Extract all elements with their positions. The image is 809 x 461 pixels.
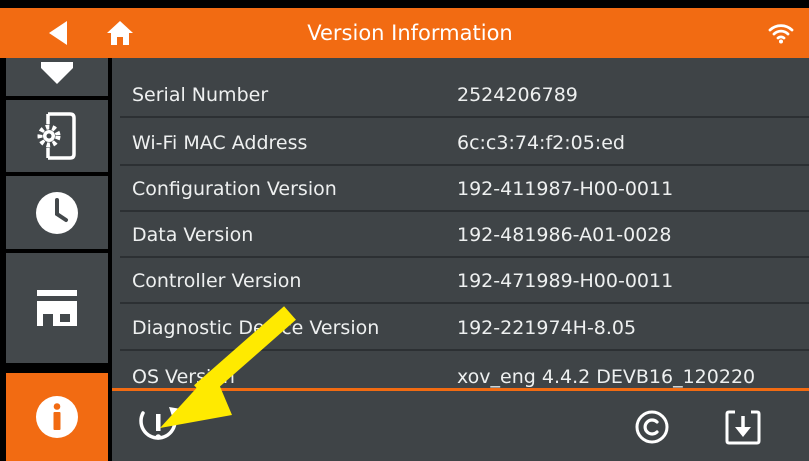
info-label: Serial Number — [132, 84, 269, 106]
sidebar — [0, 58, 112, 461]
info-value: 192-221974H-8.05 — [457, 317, 637, 339]
info-label: Configuration Version — [132, 178, 337, 200]
info-label: Diagnostic Device Version — [132, 317, 380, 339]
info-row: Data Version 192-481986-A01-0028 — [112, 212, 809, 258]
restart-button[interactable] — [124, 404, 194, 450]
download-icon — [725, 410, 761, 445]
clock-icon — [36, 191, 78, 234]
info-row: Configuration Version 192-411987-H00-001… — [112, 166, 809, 212]
info-value: 6c:c3:74:f2:05:ed — [457, 132, 625, 154]
info-label: Data Version — [132, 224, 254, 246]
info-label: OS Version — [132, 366, 235, 388]
download-box-icon — [41, 62, 73, 84]
home-button[interactable] — [100, 8, 140, 58]
info-row: Wi-Fi MAC Address 6c:c3:74:f2:05:ed — [112, 120, 809, 166]
info-label: Wi-Fi MAC Address — [132, 132, 308, 154]
restart-warning-icon — [139, 407, 181, 440]
header-bar: Version Information — [0, 8, 809, 58]
row-divider — [120, 116, 809, 118]
info-value: 192-411987-H00-0011 — [457, 178, 674, 200]
store-icon — [37, 290, 77, 326]
copyright-button[interactable] — [627, 404, 677, 450]
device-screen: Version Information Serial Number 252420… — [0, 0, 809, 461]
info-row: Controller Version 192-471989-H00-0011 — [112, 258, 809, 304]
sidebar-item-store[interactable] — [6, 253, 108, 363]
wifi-icon — [768, 24, 794, 44]
info-row: OS Version xov_eng 4.4.2 DEVB16_120220 — [112, 354, 809, 388]
footer-divider — [112, 388, 809, 391]
info-value: 192-481986-A01-0028 — [457, 224, 672, 246]
sidebar-item-clock[interactable] — [6, 176, 108, 249]
row-divider — [120, 349, 809, 351]
info-row: Diagnostic Device Version 192-221974H-8.… — [112, 305, 809, 351]
sidebar-item-download[interactable] — [6, 58, 108, 96]
back-arrow-icon — [49, 21, 67, 45]
row-divider — [120, 302, 809, 304]
info-value: 2524206789 — [457, 84, 578, 106]
phone-settings-icon — [37, 112, 76, 160]
download-button[interactable] — [718, 404, 768, 450]
sidebar-item-device-settings[interactable] — [6, 100, 108, 172]
info-icon — [36, 396, 78, 438]
main-panel: Serial Number 2524206789 Wi-Fi MAC Addre… — [112, 58, 809, 461]
home-icon — [107, 21, 133, 45]
version-info-list[interactable]: Serial Number 2524206789 Wi-Fi MAC Addre… — [112, 58, 809, 388]
info-label: Controller Version — [132, 270, 302, 292]
footer-toolbar — [112, 388, 809, 461]
info-value: xov_eng 4.4.2 DEVB16_120220 — [457, 366, 756, 388]
info-value: 192-471989-H00-0011 — [457, 270, 674, 292]
page-title: Version Information — [307, 21, 513, 45]
back-button[interactable] — [38, 8, 78, 58]
wifi-status — [761, 8, 801, 58]
info-row: Serial Number 2524206789 — [112, 72, 809, 118]
copyright-icon — [635, 410, 669, 444]
sidebar-item-info[interactable] — [6, 373, 108, 461]
